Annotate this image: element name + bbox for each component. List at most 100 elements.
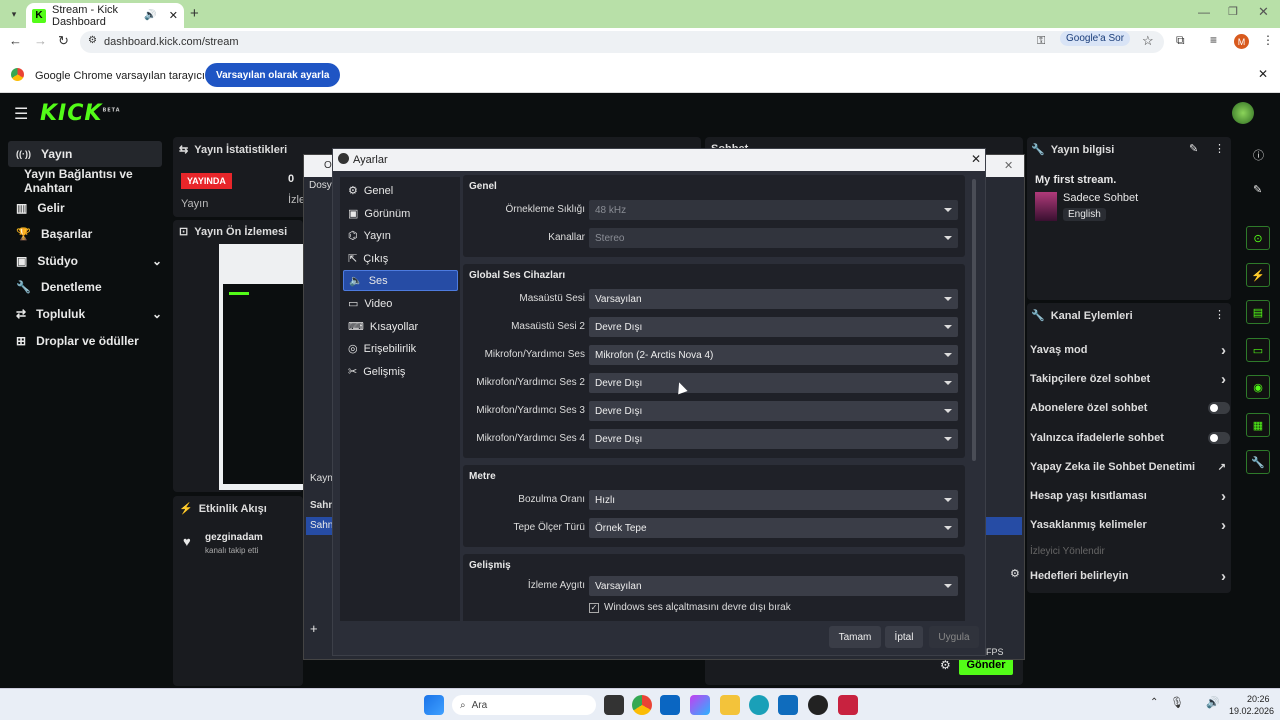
windows-start-icon[interactable] [424, 695, 444, 715]
microphone-icon[interactable]: 🎙 [1170, 696, 1184, 709]
nav-item-droplar[interactable]: ⊞ Droplar ve ödüller [8, 328, 162, 354]
mic-audio-4-select[interactable]: Devre Dışı [589, 429, 958, 449]
task-view-icon[interactable] [604, 695, 624, 715]
obs-scene-item[interactable]: Sahn [306, 517, 333, 535]
extensions-icon[interactable]: ⧉ [1176, 33, 1185, 48]
settings-tab-video[interactable]: ▭ Video [343, 293, 458, 314]
nav-item-denetleme[interactable]: 🔧 Denetleme [8, 274, 162, 300]
settings-tab-kisayollar[interactable]: ⌨ Kısayollar [343, 316, 458, 337]
settings-tab-gorunum[interactable]: ▣ Görünüm [343, 203, 458, 224]
obs-settings-icon[interactable]: ⚙ [1010, 567, 1020, 580]
settings-tab-gelismis[interactable]: ✂ Gelişmiş [343, 361, 458, 382]
save-icon[interactable]: ▦ [1246, 413, 1270, 437]
emotes-toggle[interactable] [1208, 432, 1230, 444]
edit-icon[interactable]: ✎ [1189, 142, 1198, 155]
action-ai-moderation[interactable]: Yapay Zeka ile Sohbet Denetimi ↗ [1030, 456, 1230, 478]
more-icon[interactable]: ⋮ [1214, 142, 1225, 155]
volume-icon[interactable]: 🔊 [1206, 696, 1220, 709]
store-taskbar-icon[interactable] [778, 695, 798, 715]
edge-taskbar-icon[interactable] [749, 695, 769, 715]
broadcast-icon[interactable]: ◉ [1246, 375, 1270, 399]
settings-tab-yayin[interactable]: ⌬ Yayın [343, 225, 458, 246]
desktop-audio-select[interactable]: Varsayılan [589, 289, 958, 309]
lightning-icon[interactable]: ⚡ [1246, 263, 1270, 287]
sample-rate-select[interactable]: 48 kHz [589, 200, 958, 220]
explorer-taskbar-icon[interactable] [720, 695, 740, 715]
more-icon[interactable]: ⋮ [1214, 308, 1225, 321]
settings-tab-ses[interactable]: 🔈 Ses [343, 270, 458, 291]
mic-audio-select[interactable]: Mikrofon (2- Arctis Nova 4) [589, 345, 958, 365]
app-taskbar-icon[interactable] [838, 695, 858, 715]
forward-icon[interactable]: → [34, 33, 47, 48]
nav-item-stream-key[interactable]: Yayın Bağlantısı ve Anahtarı [16, 167, 176, 195]
mic-audio-3-select[interactable]: Devre Dışı [589, 401, 958, 421]
taskbar-search[interactable]: ⌕ Ara [452, 695, 596, 715]
pencil-icon[interactable]: ✎ [1253, 183, 1262, 196]
ok-button[interactable]: Tamam [829, 626, 881, 648]
obs-add-icon[interactable]: + [310, 621, 318, 636]
action-slow-mode[interactable]: Yavaş mod › [1030, 339, 1230, 361]
profile-avatar[interactable]: M [1234, 34, 1249, 49]
nav-item-gelir[interactable]: ▥ Gelir [8, 195, 162, 221]
url-bar[interactable]: ⚙ dashboard.kick.com/stream [80, 31, 1164, 53]
reading-list-icon[interactable]: ≡ [1210, 33, 1217, 47]
settings-tab-genel[interactable]: ⚙ Genel [343, 180, 458, 201]
subscribers-toggle[interactable] [1208, 402, 1230, 414]
site-info-icon[interactable]: ⚙ [88, 35, 97, 46]
obs-close-icon[interactable]: ✕ [1004, 159, 1013, 172]
cancel-button[interactable]: İptal [885, 626, 923, 648]
settings-tab-erisebilirlik[interactable]: ◎ Erişebilirlik [343, 338, 458, 359]
window-close-icon[interactable]: ✕ [1258, 4, 1269, 20]
nav-item-basarilar[interactable]: 🏆 Başarılar [8, 221, 162, 247]
peak-meter-select[interactable]: Örnek Tepe [589, 518, 958, 538]
password-key-icon[interactable]: ⚿ [1037, 35, 1045, 48]
minimize-icon[interactable]: — [1198, 5, 1210, 19]
ducking-checkbox-row[interactable]: ✓ Windows ses alçaltmasını devre dışı bı… [589, 602, 791, 613]
back-icon[interactable]: ← [9, 33, 22, 48]
set-default-button[interactable]: Varsayılan olarak ayarla [205, 63, 341, 87]
apply-button[interactable]: Uygula [929, 626, 979, 648]
google-ask-button[interactable]: Google'a Sor [1060, 31, 1131, 46]
obs-control-button[interactable] [986, 517, 1022, 535]
browser-tab[interactable]: K Stream - Kick Dashboard 🔊 ✕ [26, 3, 184, 28]
info-icon[interactable]: ⓘ [1253, 147, 1264, 163]
user-avatar[interactable] [1232, 102, 1254, 124]
settings-tab-cikis[interactable]: ⇱ Çıkış [343, 248, 458, 269]
chat-settings-icon[interactable]: ⚙ [940, 658, 951, 672]
action-account-age[interactable]: Hesap yaşı kısıtlaması › [1030, 485, 1230, 507]
settings-close-icon[interactable]: ✕ [971, 152, 981, 166]
decay-rate-select[interactable]: Hızlı [589, 490, 958, 510]
action-set-goals[interactable]: Hedefleri belirleyin › [1030, 565, 1230, 587]
note-icon[interactable]: ▤ [1246, 300, 1270, 324]
infobar-close-icon[interactable]: ✕ [1258, 67, 1268, 81]
tab-search-icon[interactable]: ▾ [6, 6, 22, 22]
action-banned-words[interactable]: Yasaklanmış kelimeler › [1030, 514, 1230, 536]
restore-icon[interactable]: ❐ [1228, 5, 1238, 18]
preview-video[interactable] [219, 244, 303, 490]
monitoring-device-select[interactable]: Varsayılan [589, 576, 958, 596]
settings-scrollbar[interactable] [972, 179, 976, 461]
action-subscribers-only[interactable]: Abonelere özel sohbet [1030, 397, 1230, 419]
bookmark-star-icon[interactable]: ☆ [1142, 33, 1154, 49]
chat-bubble-icon[interactable]: ▭ [1246, 338, 1270, 362]
reload-icon[interactable]: ↻ [58, 33, 69, 49]
nav-item-topluluk[interactable]: ⇄ Topluluk ⌄ [8, 301, 162, 327]
channels-select[interactable]: Stereo [589, 228, 958, 248]
new-tab-icon[interactable]: + [190, 5, 199, 22]
nav-item-yayin[interactable]: ((·)) Yayın [8, 141, 162, 167]
checkbox-checked-icon[interactable]: ✓ [589, 602, 599, 613]
outlook-taskbar-icon[interactable] [660, 695, 680, 715]
copilot-taskbar-icon[interactable] [690, 695, 710, 715]
chrome-taskbar-icon[interactable] [632, 695, 652, 715]
desktop-audio-2-select[interactable]: Devre Dışı [589, 317, 958, 337]
kick-logo[interactable]: KICKBETA [40, 101, 121, 126]
chrome-menu-icon[interactable]: ⋮ [1262, 33, 1274, 47]
focus-icon[interactable]: ⊙ [1246, 226, 1270, 250]
clock-date[interactable]: 19.02.2026 [1229, 706, 1274, 716]
audio-icon[interactable]: 🔊 [144, 10, 156, 21]
tray-chevron-icon[interactable]: ⌃ [1150, 697, 1158, 708]
obs-taskbar-icon[interactable] [808, 695, 828, 715]
tab-close-icon[interactable]: ✕ [169, 9, 178, 22]
mic-audio-2-select[interactable]: Devre Dışı [589, 373, 958, 393]
nav-item-studyo[interactable]: ▣ Stüdyo ⌄ [8, 248, 162, 274]
